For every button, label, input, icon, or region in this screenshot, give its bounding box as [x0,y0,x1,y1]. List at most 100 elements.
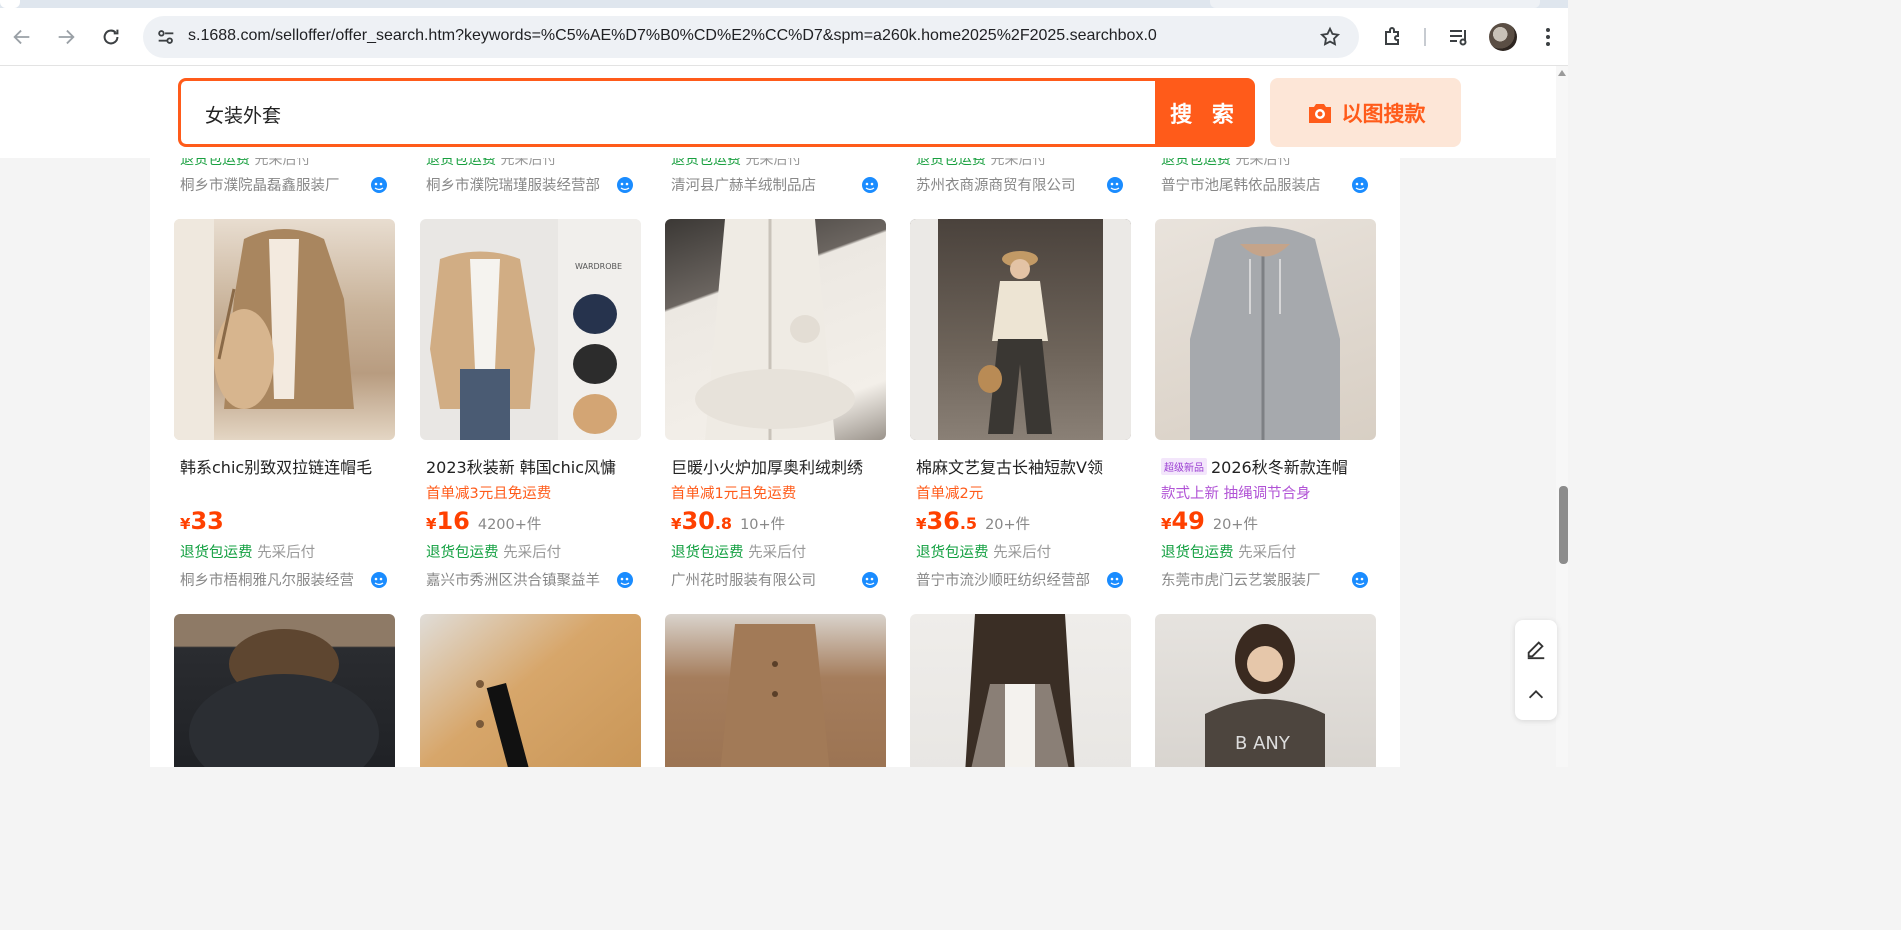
service-tags: 退货包运费 先采后付 [916,545,1052,561]
promo-text: 首单减3元且免运费 [426,486,552,502]
results-grid: 退货包运费 先采后付 桐乡市濮院晶磊鑫服装厂 退货包运费 先采后付 桐乡市濮院瑞… [150,158,1400,767]
product-image[interactable] [910,614,1131,767]
wangwang-chat-icon[interactable] [1351,571,1369,589]
product-image[interactable]: B ANY [1155,614,1376,767]
active-tab-edge[interactable] [1210,0,1540,8]
list-item[interactable]: 退货包运费 先采后付 苏州衣商源商贸有限公司 [910,158,1130,198]
list-item[interactable]: 退货包运费 先采后付 桐乡市濮院瑞瑾服装经营部 [420,158,640,198]
service-tags: 退货包运费 先采后付 [426,158,557,168]
search-button[interactable]: 搜 索 [1155,78,1255,147]
image-search-button[interactable]: 以图搜款 [1270,78,1461,147]
shop-name[interactable]: 普宁市流沙顺旺纺织经营部 [916,569,1096,590]
service-tags: 退货包运费 先采后付 [180,158,311,168]
product-image[interactable]: WARDROBE [420,219,641,440]
product-image[interactable] [174,614,395,767]
knit-cardigan-photo-icon [476,680,530,767]
service-tags: 退货包运费 先采后付 [1161,158,1292,168]
search-header: 女装外套 搜 索 以图搜款 [0,66,1556,158]
shop-name[interactable]: 桐乡市濮院晶磊鑫服装厂 [180,174,360,195]
shop-name[interactable]: 普宁市池尾韩依品服装店 [1161,174,1341,195]
page-scrollbar[interactable] [1556,66,1568,767]
service-tags: 退货包运费 先采后付 [671,158,802,168]
product-title[interactable]: 棉麻文艺复古长袖短款V领 [916,454,1128,478]
scroll-thumb[interactable] [1559,486,1568,564]
hoodie-photo-icon [1190,226,1340,440]
product-image[interactable] [665,614,886,767]
product-image[interactable] [1155,219,1376,440]
list-item[interactable]: 退货包运费 先采后付 清河县广赫羊绒制品店 [665,158,885,198]
browser-toolbar: s.1688.com/selloffer/offer_search.htm?ke… [0,8,1568,66]
puffer-jacket-photo-icon [189,629,379,767]
reload-button[interactable] [95,21,127,53]
product-price: ¥33 [180,507,224,535]
product-image[interactable] [665,219,886,440]
list-item[interactable]: 退货包运费 先采后付 桐乡市濮院晶磊鑫服装厂 [174,158,394,198]
promo-text: 首单减1元且免运费 [671,486,797,502]
model-photo-icon [910,219,1131,440]
kebab-menu-icon[interactable] [1535,24,1561,50]
product-price: ¥16 4200+件 [426,507,542,535]
back-button[interactable] [6,21,38,53]
service-tags: 退货包运费 先采后付 [916,158,1047,168]
svg-text:B ANY: B ANY [1235,733,1291,754]
playlist-icon[interactable] [1446,24,1472,50]
list-item[interactable]: 退货包运费 先采后付 普宁市池尾韩依品服装店 [1155,158,1375,198]
shop-name[interactable]: 广州花时服装有限公司 [671,569,851,590]
wangwang-chat-icon[interactable] [1351,176,1369,194]
product-title[interactable]: 超级新品 2026秋冬新款连帽 [1161,454,1373,478]
address-bar[interactable]: s.1688.com/selloffer/offer_search.htm?ke… [143,16,1359,58]
scroll-up-arrow[interactable] [1558,70,1566,76]
model-photo-icon [965,614,1075,767]
fleece-jacket-photo-icon [695,219,855,440]
toolbar-divider [1424,28,1426,46]
product-image[interactable] [420,614,641,767]
search-query[interactable]: 女装外套 [205,101,281,128]
product-title[interactable]: 韩系chic别致双拉链连帽毛 [180,454,392,478]
shop-name[interactable]: 苏州衣商源商贸有限公司 [916,174,1096,195]
reload-icon [103,29,119,45]
shop-name[interactable]: 桐乡市梧桐雅凡尔服装经营 [180,569,360,590]
product-title[interactable]: 2023秋装新 韩国chic风慵 [426,454,638,478]
tab-edge[interactable] [0,0,20,8]
camera-icon [1308,103,1331,123]
jacket-photo-icon [720,624,830,767]
wangwang-chat-icon[interactable] [370,176,388,194]
pencil-icon[interactable] [1525,638,1547,660]
chevron-up-icon[interactable] [1525,684,1547,706]
product-price: ¥30.8 10+件 [671,507,786,535]
wangwang-chat-icon[interactable] [616,176,634,194]
service-tags: 退货包运费 先采后付 [180,545,316,561]
avatar[interactable] [1489,23,1517,51]
star-icon[interactable] [1319,26,1341,48]
wangwang-chat-icon[interactable] [370,571,388,589]
browser-tab-strip [0,0,1568,8]
image-search-label: 以图搜款 [1341,101,1426,126]
puzzle-icon[interactable] [1380,24,1406,50]
product-image[interactable] [174,219,395,440]
promo-text: 款式上新 抽绳调节合身 [1161,486,1311,502]
search-input[interactable]: 女装外套 [178,78,1156,147]
forward-button[interactable] [50,21,82,53]
arrow-right-icon [58,29,75,45]
wangwang-chat-icon[interactable] [1106,176,1124,194]
cardigan-photo-icon: WARDROBE [430,219,641,440]
floating-toolbar [1515,620,1557,720]
shop-name[interactable]: 清河县广赫羊绒制品店 [671,174,851,195]
new-product-badge: 超级新品 [1161,458,1207,475]
wangwang-chat-icon[interactable] [861,571,879,589]
shop-name[interactable]: 嘉兴市秀洲区洪合镇聚益羊 [426,569,606,590]
wangwang-chat-icon[interactable] [616,571,634,589]
service-tags: 退货包运费 先采后付 [671,545,807,561]
arrow-left-icon [13,29,30,45]
tune-icon[interactable] [155,26,177,48]
url-text[interactable]: s.1688.com/selloffer/offer_search.htm?ke… [188,27,1157,45]
wangwang-chat-icon[interactable] [1106,571,1124,589]
service-tags: 退货包运费 先采后付 [1161,545,1297,561]
product-title[interactable]: 巨暖小火炉加厚奥利绒刺绣 [671,454,883,478]
cardigan-photo-icon [174,219,354,440]
shop-name[interactable]: 桐乡市濮院瑞瑾服装经营部 [426,174,606,195]
shop-name[interactable]: 东莞市虎门云艺裳服装厂 [1161,569,1341,590]
wangwang-chat-icon[interactable] [861,176,879,194]
service-tags: 退货包运费 先采后付 [426,545,562,561]
product-image[interactable] [910,219,1131,440]
